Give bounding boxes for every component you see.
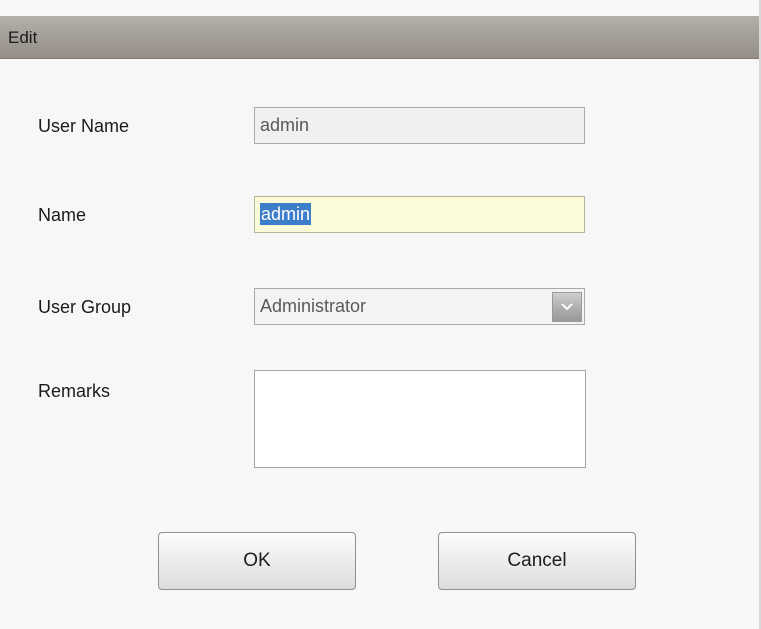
cancel-button[interactable]: Cancel [438,532,636,590]
chevron-down-icon [561,303,573,311]
name-value: admin [260,203,312,225]
user-name-label: User Name [38,116,130,136]
ok-button[interactable]: OK [158,532,356,590]
name-label: Name [38,205,87,225]
user-group-dropdown-button[interactable] [552,292,582,322]
user-group-value: Administrator [260,296,367,316]
user-name-value: admin [260,115,310,135]
remarks-textarea[interactable] [254,370,586,468]
edit-dialog: Edit User Name admin Name admin User Gro… [0,0,761,629]
dialog-titlebar[interactable]: Edit [0,16,761,59]
name-field[interactable]: admin [254,196,585,233]
user-name-field: admin [254,107,585,144]
user-group-label: User Group [38,297,132,317]
dialog-title: Edit [8,28,38,47]
remarks-label: Remarks [38,381,111,401]
user-group-select[interactable]: Administrator [254,288,585,325]
